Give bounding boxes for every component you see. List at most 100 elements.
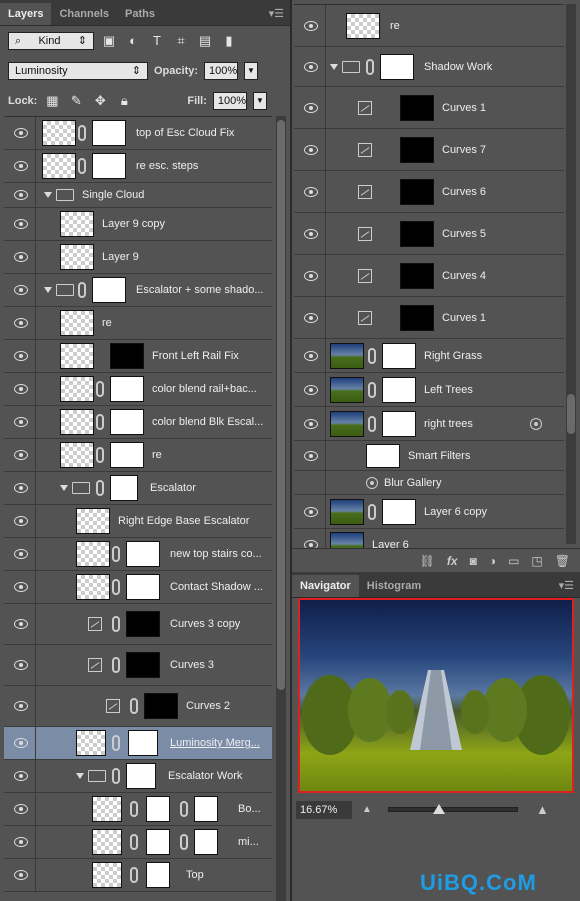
layer-thumbnail[interactable] xyxy=(92,796,122,822)
layer-thumbnail[interactable] xyxy=(92,862,122,888)
layer-mask-thumbnail[interactable] xyxy=(144,693,178,719)
visibility-toggle[interactable] xyxy=(4,183,36,207)
layer-row[interactable]: Left Trees xyxy=(294,373,564,407)
layer-mask-thumbnail[interactable] xyxy=(110,442,144,468)
right-layers-scrollbar[interactable] xyxy=(566,4,576,544)
layer-thumbnail[interactable] xyxy=(60,376,94,402)
mask-link-icon[interactable] xyxy=(368,503,376,520)
layers-scrollbar[interactable] xyxy=(276,116,286,901)
expand-triangle-icon[interactable] xyxy=(44,287,52,293)
lock-all-icon[interactable]: 🔒︎ xyxy=(115,92,133,110)
visibility-toggle[interactable] xyxy=(4,117,36,149)
layer-row[interactable]: Layer 9 xyxy=(4,241,272,274)
tab-layers[interactable]: Layers xyxy=(0,3,52,25)
layer-mask-thumbnail[interactable] xyxy=(382,498,416,525)
mask-link-icon[interactable] xyxy=(96,447,104,463)
layer-row[interactable]: re esc. steps xyxy=(4,150,272,183)
visibility-toggle[interactable] xyxy=(294,471,326,494)
layer-mask-thumbnail[interactable] xyxy=(194,829,218,855)
layer-row[interactable]: color blend rail+bac... xyxy=(4,373,272,406)
layer-thumbnail[interactable] xyxy=(42,120,76,146)
layer-mask-thumbnail[interactable] xyxy=(400,136,434,163)
visibility-toggle[interactable] xyxy=(294,255,326,296)
visibility-toggle[interactable] xyxy=(294,87,326,128)
visibility-toggle[interactable] xyxy=(4,439,36,471)
expand-triangle-icon[interactable] xyxy=(330,63,338,70)
layer-row[interactable]: Curves 4 xyxy=(294,255,564,297)
layer-thumbnail[interactable] xyxy=(330,342,364,369)
visibility-toggle[interactable] xyxy=(294,373,326,406)
layer-thumbnail[interactable] xyxy=(330,376,364,403)
layer-row[interactable]: Curves 3 xyxy=(4,645,272,686)
mask-link-icon[interactable] xyxy=(180,801,188,817)
layer-row[interactable]: Blur Gallery xyxy=(294,471,564,495)
layer-row[interactable]: color blend Blk Escal... xyxy=(4,406,272,439)
link-icon[interactable]: ⛓ xyxy=(420,554,435,568)
layer-row[interactable]: re xyxy=(294,5,564,47)
mask-link-icon[interactable] xyxy=(368,415,376,432)
kind-filter-select[interactable]: ⌕ Kind ⇕ xyxy=(8,32,94,50)
mask-link-icon[interactable] xyxy=(78,282,86,298)
lock-image-icon[interactable]: ✎ xyxy=(67,92,85,110)
layer-thumbnail[interactable] xyxy=(60,244,94,270)
visibility-toggle[interactable] xyxy=(294,495,326,528)
new-layer-icon[interactable]: ◳ xyxy=(531,554,542,568)
visibility-toggle[interactable] xyxy=(4,472,36,504)
visibility-toggle[interactable] xyxy=(4,538,36,570)
mask-link-icon[interactable] xyxy=(366,58,374,75)
mask-link-icon[interactable] xyxy=(180,834,188,850)
layer-mask-thumbnail[interactable] xyxy=(382,342,416,369)
visibility-toggle[interactable] xyxy=(4,241,36,273)
zoom-slider-knob[interactable] xyxy=(433,804,445,814)
layer-mask-thumbnail[interactable] xyxy=(380,53,414,80)
zoom-input[interactable]: 16.67% xyxy=(296,801,352,819)
layer-mask-thumbnail[interactable] xyxy=(400,94,434,121)
layer-thumbnail[interactable] xyxy=(60,211,94,237)
layer-row[interactable]: Luminosity Merg... xyxy=(4,727,272,760)
layer-row[interactable]: Curves 7 xyxy=(294,129,564,171)
fill-input[interactable]: 100% xyxy=(212,92,247,110)
visibility-toggle[interactable] xyxy=(4,340,36,372)
layer-mask-thumbnail[interactable] xyxy=(126,611,160,637)
visibility-toggle[interactable] xyxy=(4,793,36,825)
smart-object-filter-icon[interactable]: ▤ xyxy=(196,32,214,50)
layer-mask-thumbnail[interactable] xyxy=(126,541,160,567)
layer-mask-thumbnail[interactable] xyxy=(382,376,416,403)
layer-thumbnail[interactable] xyxy=(92,829,122,855)
layer-row[interactable]: Front Left Rail Fix xyxy=(4,340,272,373)
layer-thumbnail[interactable] xyxy=(60,409,94,435)
layer-mask-thumbnail[interactable] xyxy=(146,829,170,855)
layer-mask-thumbnail[interactable] xyxy=(366,443,400,468)
visibility-toggle[interactable] xyxy=(4,645,36,685)
mask-link-icon[interactable] xyxy=(130,698,138,714)
layer-mask-thumbnail[interactable] xyxy=(126,574,160,600)
layer-mask-thumbnail[interactable] xyxy=(382,410,416,437)
mask-link-icon[interactable] xyxy=(78,125,86,141)
fx-icon[interactable]: fx xyxy=(447,554,458,568)
zoom-out-icon[interactable]: ▲ xyxy=(362,804,372,815)
layer-row[interactable]: Curves 5 xyxy=(294,213,564,255)
smart-filter-badge-icon[interactable] xyxy=(530,417,542,430)
layer-row[interactable]: Curves 2 xyxy=(4,686,272,727)
layer-thumbnail[interactable] xyxy=(346,12,380,39)
type-filter-icon[interactable]: T xyxy=(148,32,166,50)
layer-mask-thumbnail[interactable] xyxy=(126,763,156,789)
layer-mask-thumbnail[interactable] xyxy=(92,120,126,146)
layer-mask-thumbnail[interactable] xyxy=(400,262,434,289)
layer-thumbnail[interactable] xyxy=(330,410,364,437)
layer-row[interactable]: Right Edge Base Escalator xyxy=(4,505,272,538)
mask-link-icon[interactable] xyxy=(368,347,376,364)
navigator-preview[interactable] xyxy=(298,598,574,793)
visibility-toggle[interactable] xyxy=(4,727,36,759)
layer-mask-thumbnail[interactable] xyxy=(400,178,434,205)
layer-mask-thumbnail[interactable] xyxy=(110,409,144,435)
layer-mask-thumbnail[interactable] xyxy=(146,796,170,822)
visibility-toggle[interactable] xyxy=(294,5,326,46)
layer-thumbnail[interactable] xyxy=(76,574,110,600)
layer-row[interactable]: re xyxy=(4,439,272,472)
tab-navigator[interactable]: Navigator xyxy=(292,575,359,597)
visibility-toggle[interactable] xyxy=(294,339,326,372)
group-icon[interactable]: ▭ xyxy=(508,554,519,568)
mask-link-icon[interactable] xyxy=(78,158,86,174)
blend-mode-select[interactable]: Luminosity ⇕ xyxy=(8,62,148,80)
